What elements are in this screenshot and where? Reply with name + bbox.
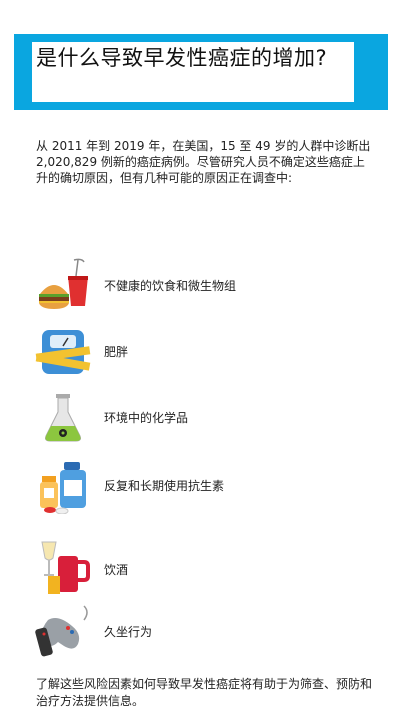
chemical-flask-icon [45,394,81,442]
medicine-bottles-icon [40,462,86,514]
scale-measuring-tape-icon [35,330,91,374]
factor-label: 环境中的化学品 [104,411,189,425]
intro-paragraph: 从 2011 年到 2019 年，在美国，15 至 49 岁的人群中诊断出 2,… [36,139,371,185]
fast-food-icon [39,258,88,309]
factor-label: 肥胖 [104,345,129,359]
factor-label: 饮酒 [104,563,129,577]
factor-label: 久坐行为 [104,625,153,639]
page-title: 是什么导致早发性癌症的增加? [36,46,328,70]
alcohol-drinks-icon [41,541,90,594]
outro-paragraph: 了解这些风险因素如何导致早发性癌症将有助于为筛查、预防和治疗方法提供信息。 [36,677,373,708]
game-controller-remote-icon [35,605,88,657]
factor-item-alcohol: 饮酒 [34,540,364,600]
factor-item-diet: 不健康的饮食和微生物组 [34,256,364,316]
factor-label: 不健康的饮食和微生物组 [104,279,237,293]
factor-item-chemicals: 环境中的化学品 [34,388,364,448]
factor-item-sedentary: 久坐行为 [34,602,364,662]
factor-item-antibiotics: 反复和长期使用抗生素 [34,456,364,516]
factor-item-obesity: 肥胖 [34,322,364,382]
factor-label: 反复和长期使用抗生素 [104,479,225,493]
